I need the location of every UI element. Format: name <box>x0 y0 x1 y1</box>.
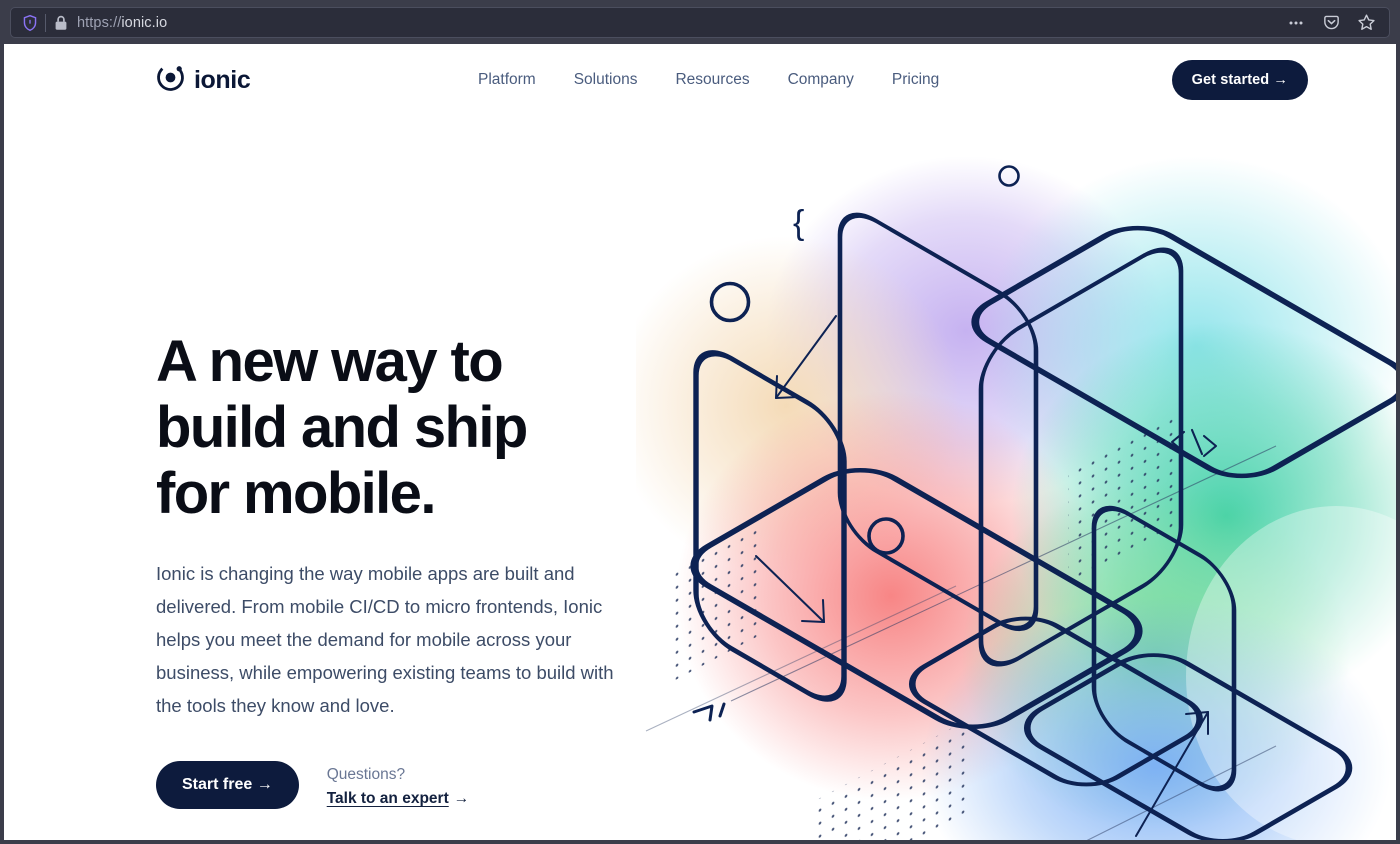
get-started-button[interactable]: Get started → <box>1171 60 1308 100</box>
hero-illustration: { <box>636 116 1396 840</box>
pocket-save-icon[interactable] <box>1320 12 1342 34</box>
more-actions-icon[interactable] <box>1285 12 1307 34</box>
hero-copy: A new way to build and ship for mobile. Io… <box>156 329 676 809</box>
nav-item-resources[interactable]: Resources <box>675 63 749 97</box>
nav-item-pricing[interactable]: Pricing <box>892 63 939 97</box>
ionic-wordmark: ionic <box>194 65 251 94</box>
nav-item-company[interactable]: Company <box>788 63 854 97</box>
start-free-button[interactable]: Start free → <box>156 761 299 809</box>
lock-icon[interactable] <box>52 13 70 33</box>
url-text[interactable]: https://ionic.io <box>77 15 1285 31</box>
main-nav: Platform Solutions Resources Company Pri… <box>478 63 939 97</box>
site-header: ionic Platform Solutions Resources Compa… <box>4 44 1396 116</box>
url-scheme: https:// <box>77 14 122 31</box>
hero-title-line-1: A new way to <box>156 329 504 394</box>
hero-title-line-2: build and ship <box>156 395 528 460</box>
addressbar-actions <box>1285 12 1381 34</box>
talk-to-expert-label: Talk to an expert <box>326 790 449 807</box>
arrow-right-icon: → <box>453 790 470 807</box>
hero-title-line-3: for mobile. <box>156 461 436 526</box>
talk-to-expert-link[interactable]: Talk to an expert → <box>327 790 470 807</box>
svg-text:{: { <box>793 204 804 242</box>
nav-item-solutions[interactable]: Solutions <box>574 63 638 97</box>
questions-label: Questions? <box>326 766 406 783</box>
page-viewport: ionic Platform Solutions Resources Compa… <box>4 44 1396 840</box>
hero-subtitle: Ionic is changing the way mobile apps ar… <box>156 563 614 716</box>
hero-section: {A new way to build and ship for mobile… <box>4 116 1396 840</box>
browser-chrome: https://ionic.io <box>0 0 1400 44</box>
shield-icon[interactable] <box>19 12 41 34</box>
page-title: A new way to build and ship for mobile. <box>156 329 676 527</box>
bookmark-star-icon[interactable] <box>1355 12 1377 34</box>
ionic-logo[interactable]: ionic <box>156 63 251 97</box>
address-bar[interactable]: https://ionic.io <box>10 7 1390 38</box>
nav-item-platform[interactable]: Platform <box>478 63 536 97</box>
ionic-logo-icon <box>156 63 185 97</box>
addressbar-divider <box>45 13 46 32</box>
hero-actions: Start free → Questions? Talk to an exper… <box>156 761 676 809</box>
questions-block: Questions? Talk to an expert → <box>327 761 470 808</box>
url-host: ionic.io <box>121 14 168 31</box>
